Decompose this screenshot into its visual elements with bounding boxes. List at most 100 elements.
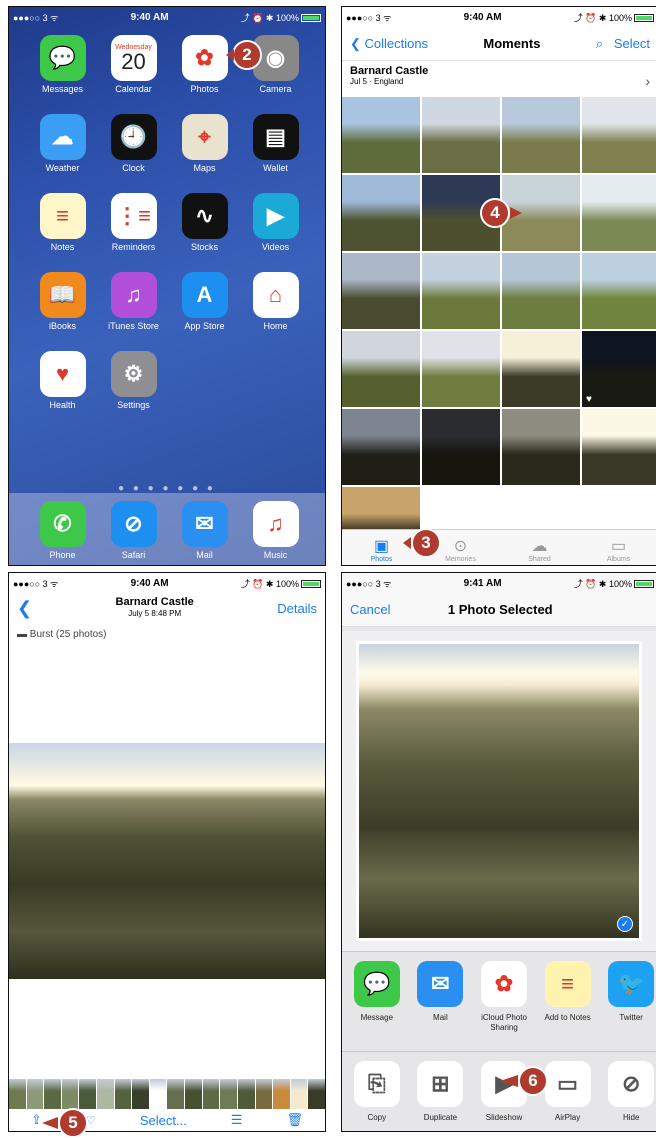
action-airplay[interactable]: ▭ AirPlay bbox=[541, 1061, 595, 1123]
action-hide[interactable]: ⊘ Hide bbox=[604, 1061, 656, 1123]
share-twitter[interactable]: 🐦 Twitter bbox=[604, 961, 656, 1033]
app-label: App Store bbox=[184, 321, 225, 331]
photo-thumbnail[interactable] bbox=[502, 97, 580, 173]
photo-thumbnail[interactable] bbox=[422, 97, 500, 173]
moment-header[interactable]: Barnard Castle Jul 5 · England › bbox=[342, 61, 656, 97]
photo-thumbnail[interactable] bbox=[422, 253, 500, 329]
burst-frame[interactable] bbox=[44, 1079, 61, 1109]
cancel-button[interactable]: Cancel bbox=[350, 602, 390, 617]
share-mail[interactable]: ✉ Mail bbox=[414, 961, 468, 1033]
app-calendar[interactable]: Wednesday 20 Calendar bbox=[98, 35, 169, 94]
action-label: Duplicate bbox=[423, 1113, 458, 1122]
select-button[interactable]: Select... bbox=[140, 1113, 187, 1128]
photo-thumbnail[interactable] bbox=[582, 253, 656, 329]
photo-thumbnail[interactable] bbox=[582, 175, 656, 251]
trash-icon[interactable]: 🗑 bbox=[286, 1112, 303, 1128]
app-notes[interactable]: ≡ Notes bbox=[27, 193, 98, 252]
share-message[interactable]: 💬 Message bbox=[350, 961, 404, 1033]
callout-badge: 3 bbox=[411, 528, 441, 558]
app-stocks[interactable]: ∿ Stocks bbox=[169, 193, 240, 252]
edit-adjust-icon[interactable]: ☰ bbox=[231, 1112, 243, 1128]
burst-frame[interactable] bbox=[167, 1079, 185, 1109]
share-add-to-notes[interactable]: ≡ Add to Notes bbox=[541, 961, 595, 1033]
app-music[interactable]: ♫ Music bbox=[240, 501, 311, 565]
app-reminders[interactable]: ⋮≡ Reminders bbox=[98, 193, 169, 252]
app-home[interactable]: ⌂ Home bbox=[240, 272, 311, 331]
carrier: ●●●○○ 3 ᯤ bbox=[346, 578, 392, 589]
burst-frame[interactable] bbox=[220, 1079, 237, 1109]
photo-thumbnail[interactable] bbox=[342, 253, 420, 329]
burst-frame[interactable] bbox=[308, 1079, 325, 1109]
app-messages[interactable]: 💬 Messages bbox=[27, 35, 98, 94]
app-ibooks[interactable]: 📖 iBooks bbox=[27, 272, 98, 331]
photo-thumbnail[interactable] bbox=[342, 175, 420, 251]
app-clock[interactable]: 🕘 Clock bbox=[98, 114, 169, 173]
health-icon: ♥ bbox=[39, 351, 86, 397]
app-health[interactable]: ♥ Health bbox=[27, 351, 98, 410]
tab-albums[interactable]: ▭ Albums bbox=[579, 530, 656, 565]
back-button[interactable]: ❮ bbox=[17, 598, 32, 619]
burst-frame[interactable] bbox=[185, 1079, 202, 1109]
photo-thumbnail[interactable] bbox=[422, 409, 500, 485]
photo-thumbnail[interactable] bbox=[342, 409, 420, 485]
favorite-heart-icon: ♥ bbox=[586, 394, 592, 405]
clock: 9:40 AM bbox=[130, 11, 169, 23]
share-label: Mail bbox=[433, 1013, 448, 1022]
app-wallet[interactable]: ▤ Wallet bbox=[240, 114, 311, 173]
select-button[interactable]: Select bbox=[614, 36, 650, 51]
app-weather[interactable]: ☁ Weather bbox=[27, 114, 98, 173]
photo-thumbnail[interactable] bbox=[342, 97, 420, 173]
photo-thumbnail[interactable] bbox=[342, 331, 420, 407]
app-phone[interactable]: ✆ Phone bbox=[27, 501, 98, 565]
checkmark-icon[interactable]: ✓ bbox=[617, 916, 633, 932]
burst-frame[interactable] bbox=[61, 1079, 79, 1109]
action-copy[interactable]: ⎘ Copy bbox=[350, 1061, 404, 1123]
burst-filmstrip[interactable] bbox=[9, 1079, 325, 1109]
photo-thumbnail[interactable]: ♥ bbox=[582, 331, 656, 407]
photo-thumbnail[interactable] bbox=[422, 331, 500, 407]
page-title: Moments bbox=[483, 36, 541, 51]
shared-cloud-icon: ☁ bbox=[531, 538, 548, 555]
action-duplicate[interactable]: ⊞ Duplicate bbox=[414, 1061, 468, 1123]
app-videos[interactable]: ▶ Videos bbox=[240, 193, 311, 252]
share-icon[interactable]: ⇪ bbox=[31, 1112, 42, 1128]
burst-frame[interactable] bbox=[97, 1079, 114, 1109]
burst-frame[interactable] bbox=[273, 1079, 290, 1109]
burst-frame[interactable] bbox=[79, 1079, 97, 1109]
app-maps[interactable]: ⌖ Maps bbox=[169, 114, 240, 173]
nav-bar: ❮ Collections Moments ⌕ Select bbox=[342, 27, 656, 61]
selected-photo[interactable]: ✓ bbox=[356, 641, 642, 941]
burst-frame[interactable] bbox=[9, 1079, 26, 1109]
burst-photo[interactable] bbox=[9, 743, 325, 979]
burst-frame[interactable] bbox=[255, 1079, 273, 1109]
search-icon[interactable]: ⌕ bbox=[596, 36, 607, 51]
photo-thumbnail[interactable] bbox=[502, 253, 580, 329]
details-button[interactable]: Details bbox=[277, 601, 317, 616]
burst-frame[interactable] bbox=[202, 1079, 220, 1109]
back-label: Collections bbox=[364, 35, 429, 51]
app-itunes-store[interactable]: ♫ iTunes Store bbox=[98, 272, 169, 331]
burst-frame[interactable] bbox=[114, 1079, 132, 1109]
burst-frame[interactable] bbox=[132, 1079, 149, 1109]
add-to-notes-icon: ≡ bbox=[544, 961, 591, 1007]
tab-label: Albums bbox=[606, 556, 631, 563]
burst-frame[interactable] bbox=[290, 1079, 308, 1109]
chevron-right-icon: › bbox=[645, 73, 650, 89]
share-icloud-photo-sharing[interactable]: ✿ iCloud Photo Sharing bbox=[477, 961, 531, 1033]
burst-frame[interactable] bbox=[149, 1079, 167, 1109]
back-button[interactable]: ❮ Collections bbox=[350, 36, 428, 52]
photo-thumbnail[interactable] bbox=[582, 97, 656, 173]
photo-thumbnail[interactable] bbox=[502, 331, 580, 407]
photo-thumbnail[interactable] bbox=[502, 409, 580, 485]
app-mail[interactable]: ✉ Mail bbox=[169, 501, 240, 565]
tab-shared[interactable]: ☁ Shared bbox=[500, 530, 579, 565]
app-photos[interactable]: ✿ Photos bbox=[169, 35, 240, 94]
app-safari[interactable]: ⊘ Safari bbox=[98, 501, 169, 565]
app-label: Clock bbox=[122, 163, 145, 173]
photo-thumbnail[interactable] bbox=[582, 409, 656, 485]
burst-frame[interactable] bbox=[237, 1079, 255, 1109]
clock: 9:40 AM bbox=[463, 11, 502, 23]
app-app-store[interactable]: A App Store bbox=[169, 272, 240, 331]
burst-frame[interactable] bbox=[26, 1079, 44, 1109]
app-settings[interactable]: ⚙ Settings bbox=[98, 351, 169, 410]
